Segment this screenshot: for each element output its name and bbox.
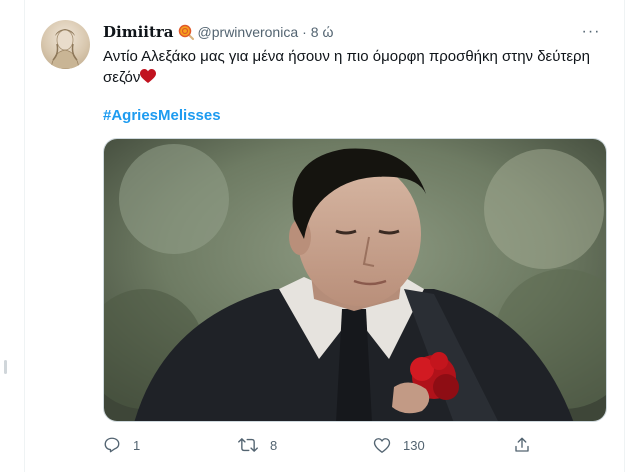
like-button[interactable]: 130 (373, 437, 513, 454)
separator-dot: · (302, 24, 307, 40)
tweet-actions: 1 8 130 (103, 432, 563, 458)
display-name[interactable]: Dimiitra (103, 23, 174, 41)
share-icon (513, 436, 531, 454)
avatar[interactable] (41, 20, 90, 69)
user-handle[interactable]: @prwinveronica (198, 24, 299, 40)
reply-button[interactable]: 1 (103, 436, 238, 454)
tweet-text: Αντίο Αλεξάκο μας για μένα ήσουν η πιο ό… (103, 46, 603, 90)
scroll-marker (4, 360, 7, 374)
tweet-header: Dimiitra @prwinveronica · 8 ώ ··· (103, 22, 608, 42)
retweet-button[interactable]: 8 (238, 436, 373, 454)
timeline-left-border (0, 0, 25, 472)
reply-count: 1 (133, 437, 141, 453)
red-heart-icon (140, 69, 157, 90)
hashtag-link[interactable]: #AgriesMelisses (103, 107, 221, 124)
reply-icon (103, 436, 121, 454)
lollipop-icon (178, 24, 194, 40)
like-count: 130 (403, 437, 425, 453)
share-button[interactable] (513, 436, 531, 454)
tweet-text-line-1: Αντίο Αλεξάκο μας για μένα ήσουν η πιο ό… (103, 48, 590, 65)
timestamp[interactable]: 8 ώ (311, 24, 334, 40)
more-options-button[interactable]: ··· (580, 22, 602, 42)
tweet-text-line-2: σεζόν (103, 69, 141, 86)
tweet-card[interactable]: Dimiitra @prwinveronica · 8 ώ ··· Αντίο … (25, 0, 625, 472)
media-image[interactable] (103, 138, 607, 422)
retweet-icon (238, 436, 258, 454)
retweet-count: 8 (270, 437, 278, 453)
like-icon (373, 437, 391, 454)
